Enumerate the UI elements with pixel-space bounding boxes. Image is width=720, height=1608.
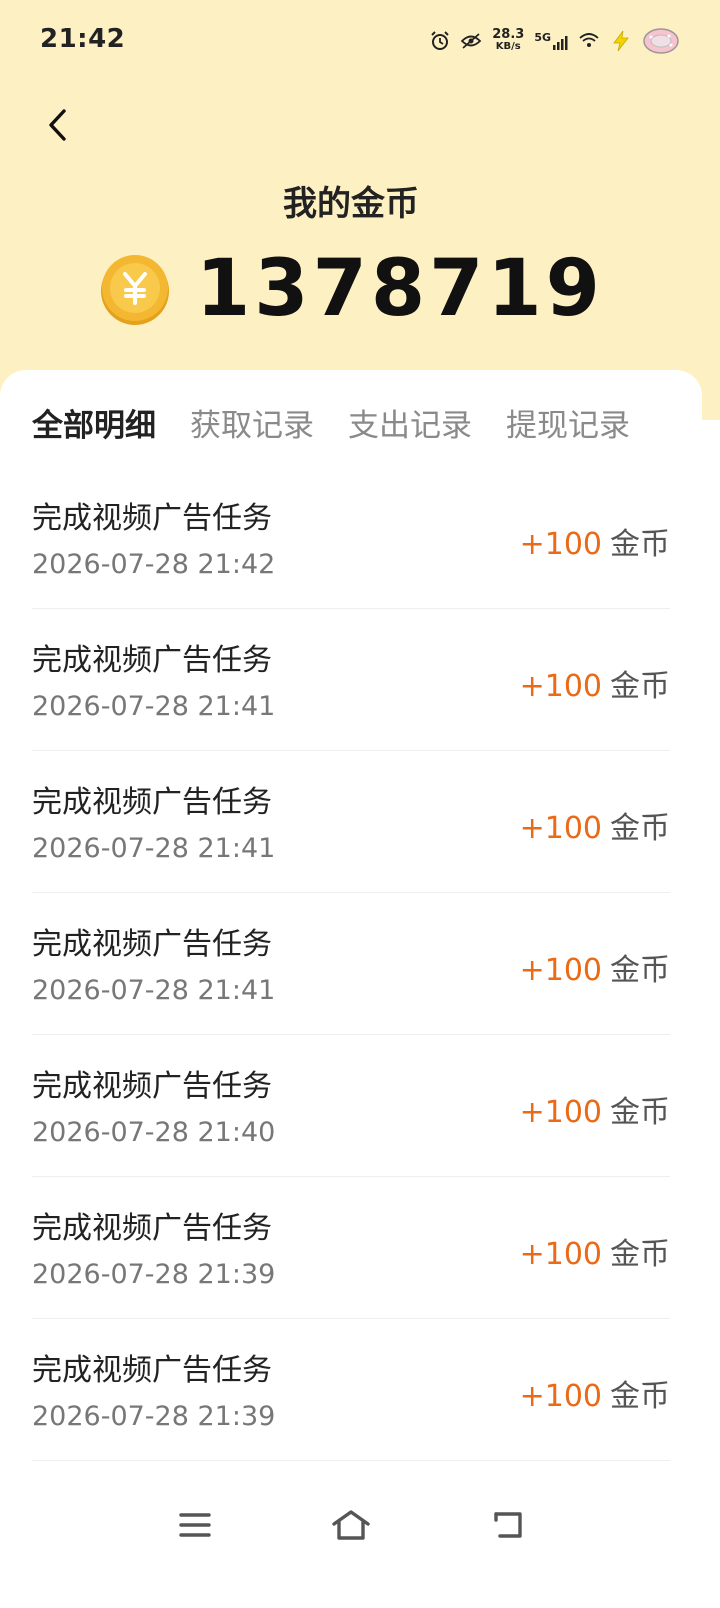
charging-icon [613,30,629,52]
home-icon [332,1510,370,1540]
amount-value: +100 [519,811,602,846]
coin-balance: 1378719 [196,244,604,334]
back-nav-icon [494,1512,522,1538]
amount-unit: 金币 [610,811,670,846]
tabs: 全部明细 获取记录 支出记录 提现记录 [32,400,630,445]
record-title: 完成视频广告任务 [32,1211,272,1246]
status-icons: 28.3 KB/s 5G [430,24,680,58]
record-time: 2026-07-28 21:40 [32,1117,276,1148]
record-time: 2026-07-28 21:39 [32,1259,276,1290]
battery-icon [643,28,679,54]
amount-unit: 金币 [610,527,670,562]
record-amount: +100 金币 [520,945,670,989]
amount-unit: 金币 [610,1237,670,1272]
page-title: 我的金币 [283,184,419,224]
tab-withdraw-records[interactable]: 提现记录 [506,400,630,445]
net-speed: 28.3 KB/s [492,27,525,53]
record-title: 完成视频广告任务 [32,1353,272,1388]
home-button[interactable] [321,1490,381,1560]
record-time: 2026-07-28 21:41 [32,691,276,722]
net-speed-value: 28.3 [492,27,525,42]
coin-icon [101,255,170,325]
records-list: 完成视频广告任务 2026-07-28 21:42 +100 金币 完成视频广告任… [32,467,670,1461]
record-time: 2026-07-28 21:42 [32,549,276,580]
record-title: 完成视频广告任务 [32,785,272,820]
network-type: 5G [534,31,551,44]
record-amount: +100 金币 [520,803,670,847]
record-title: 完成视频广告任务 [32,1069,272,1104]
wifi-icon [579,33,599,47]
amount-value: +100 [519,1095,602,1130]
amount-value: +100 [519,1237,602,1272]
record-time: 2026-07-28 21:41 [32,833,276,864]
record-time: 2026-07-28 21:39 [32,1401,276,1432]
page: 21:42 28.3 KB/s 5G 我的金币 1378719 全部明细 获取记… [0,0,720,1608]
menu-button[interactable] [165,1490,225,1560]
list-item[interactable]: 完成视频广告任务 2026-07-28 21:41 +100 金币 [32,751,670,893]
net-speed-unit: KB/s [495,41,521,52]
list-item[interactable]: 完成视频广告任务 2026-07-28 21:40 +100 金币 [32,1035,670,1177]
signal-icon: 5G [534,31,568,51]
amount-value: +100 [519,669,602,704]
amount-unit: 金币 [610,669,670,704]
record-title: 完成视频广告任务 [32,643,272,678]
amount-unit: 金币 [610,1095,670,1130]
record-time: 2026-07-28 21:41 [32,975,276,1006]
eye-off-icon [460,33,482,49]
list-item[interactable]: 完成视频广告任务 2026-07-28 21:41 +100 金币 [32,609,670,751]
record-amount: +100 金币 [520,1087,670,1131]
chevron-left-icon [49,109,66,141]
status-time: 21:42 [40,24,126,54]
amount-unit: 金币 [610,953,670,988]
amount-unit: 金币 [610,1379,670,1414]
amount-value: +100 [519,953,602,988]
balance-area: 1378719 [0,244,702,334]
tab-earn-records[interactable]: 获取记录 [190,400,314,445]
menu-icon [179,1513,211,1537]
record-amount: +100 金币 [520,519,670,563]
back-nav-button[interactable] [478,1490,538,1560]
record-title: 完成视频广告任务 [32,501,272,536]
back-button[interactable] [36,100,80,150]
record-amount: +100 金币 [520,661,670,705]
record-amount: +100 金币 [520,1371,670,1415]
tab-all-details[interactable]: 全部明细 [32,400,156,445]
list-item[interactable]: 完成视频广告任务 2026-07-28 21:39 +100 金币 [32,1177,670,1319]
alarm-icon [431,31,449,50]
list-item[interactable]: 完成视频广告任务 2026-07-28 21:41 +100 金币 [32,893,670,1035]
amount-value: +100 [519,1379,602,1414]
list-item[interactable]: 完成视频广告任务 2026-07-28 21:39 +100 金币 [32,1319,670,1461]
system-navbar [0,1490,702,1570]
record-title: 完成视频广告任务 [32,927,272,962]
tab-spend-records[interactable]: 支出记录 [348,400,472,445]
record-amount: +100 金币 [520,1229,670,1273]
amount-value: +100 [519,527,602,562]
list-item[interactable]: 完成视频广告任务 2026-07-28 21:42 +100 金币 [32,467,670,609]
records-card: 全部明细 获取记录 支出记录 提现记录 完成视频广告任务 2026-07-28 … [0,370,702,1608]
